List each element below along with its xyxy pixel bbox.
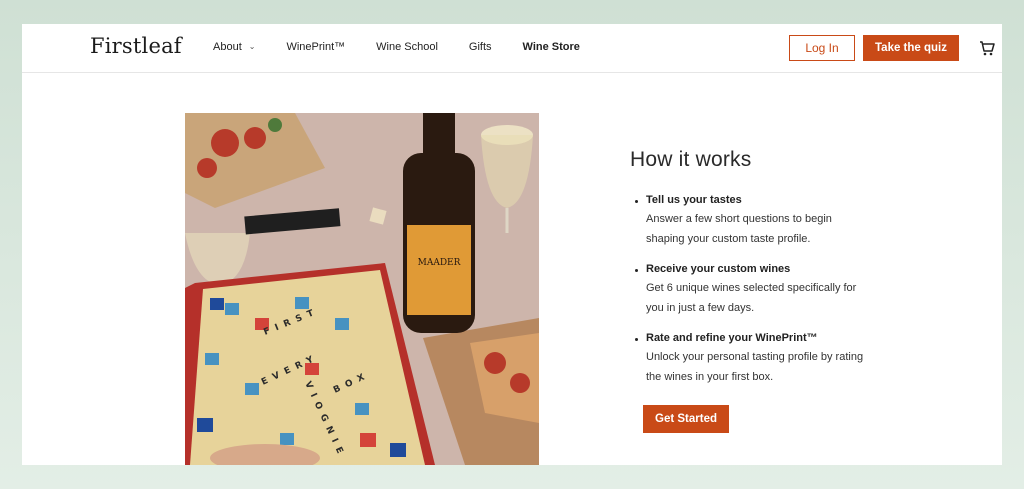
get-started-button[interactable]: Get Started: [643, 405, 729, 433]
nav-item-label: Wine School: [376, 41, 438, 53]
page-card: Firstleaf About ⌄ WinePrint™ Wine School…: [22, 24, 1002, 465]
nav-item-wine-store[interactable]: Wine Store: [523, 41, 580, 53]
nav-item-wine-school[interactable]: Wine School: [376, 41, 438, 53]
step-description: Unlock your personal tasting profile by …: [646, 348, 930, 387]
firstleaf-logo[interactable]: Firstleaf: [90, 34, 182, 58]
nav-item-label: About: [213, 41, 242, 53]
list-item: Tell us your tastes Answer a few short q…: [630, 194, 930, 249]
how-it-works-section: How it works Tell us your tastes Answer …: [630, 148, 930, 401]
steps-list: Tell us your tastes Answer a few short q…: [630, 194, 930, 387]
nav-item-label: Wine Store: [522, 41, 580, 53]
nav-item-about[interactable]: About ⌄: [213, 41, 255, 53]
nav-item-label: Gifts: [468, 41, 492, 53]
cart-icon[interactable]: [978, 39, 996, 57]
nav-item-wineprint[interactable]: WinePrint™: [286, 41, 345, 53]
step-description-line: shaping your custom taste profile.: [646, 232, 811, 245]
step-title: Rate and refine your WinePrint™: [646, 332, 818, 344]
list-item: Rate and refine your WinePrint™ Unlock y…: [630, 332, 930, 387]
nav-item-gifts[interactable]: Gifts: [469, 41, 492, 53]
step-description-line: Get 6 unique wines selected specifically…: [646, 282, 857, 294]
step-description: Get 6 unique wines selected specifically…: [646, 279, 930, 318]
step-description-line: the wines in your first box.: [646, 370, 774, 383]
step-description-line: Unlock your personal tasting profile by …: [646, 351, 864, 363]
step-title: Receive your custom wines: [646, 263, 791, 275]
main-nav: About ⌄ WinePrint™ Wine School Gifts Win…: [213, 41, 611, 53]
list-item: Receive your custom wines Get 6 unique w…: [630, 263, 930, 318]
login-button[interactable]: Log In: [789, 35, 855, 61]
section-title: How it works: [630, 148, 752, 171]
take-quiz-button[interactable]: Take the quiz: [863, 35, 959, 61]
step-description-line: Answer a few short questions to begin: [646, 213, 832, 225]
nav-item-label: WinePrint™: [286, 41, 346, 53]
step-description: Answer a few short questions to begin sh…: [646, 210, 930, 249]
step-title: Tell us your tastes: [646, 194, 742, 206]
wine-scrabble-photo: MAADER FIRST EVERY BOX VIOGNIE: [185, 113, 539, 465]
bottle-label-text: MAADER: [418, 258, 461, 268]
step-description-line: you in just a few days.: [646, 301, 755, 314]
chevron-down-icon: ⌄: [248, 41, 256, 51]
site-header: Firstleaf About ⌄ WinePrint™ Wine School…: [22, 24, 1002, 73]
